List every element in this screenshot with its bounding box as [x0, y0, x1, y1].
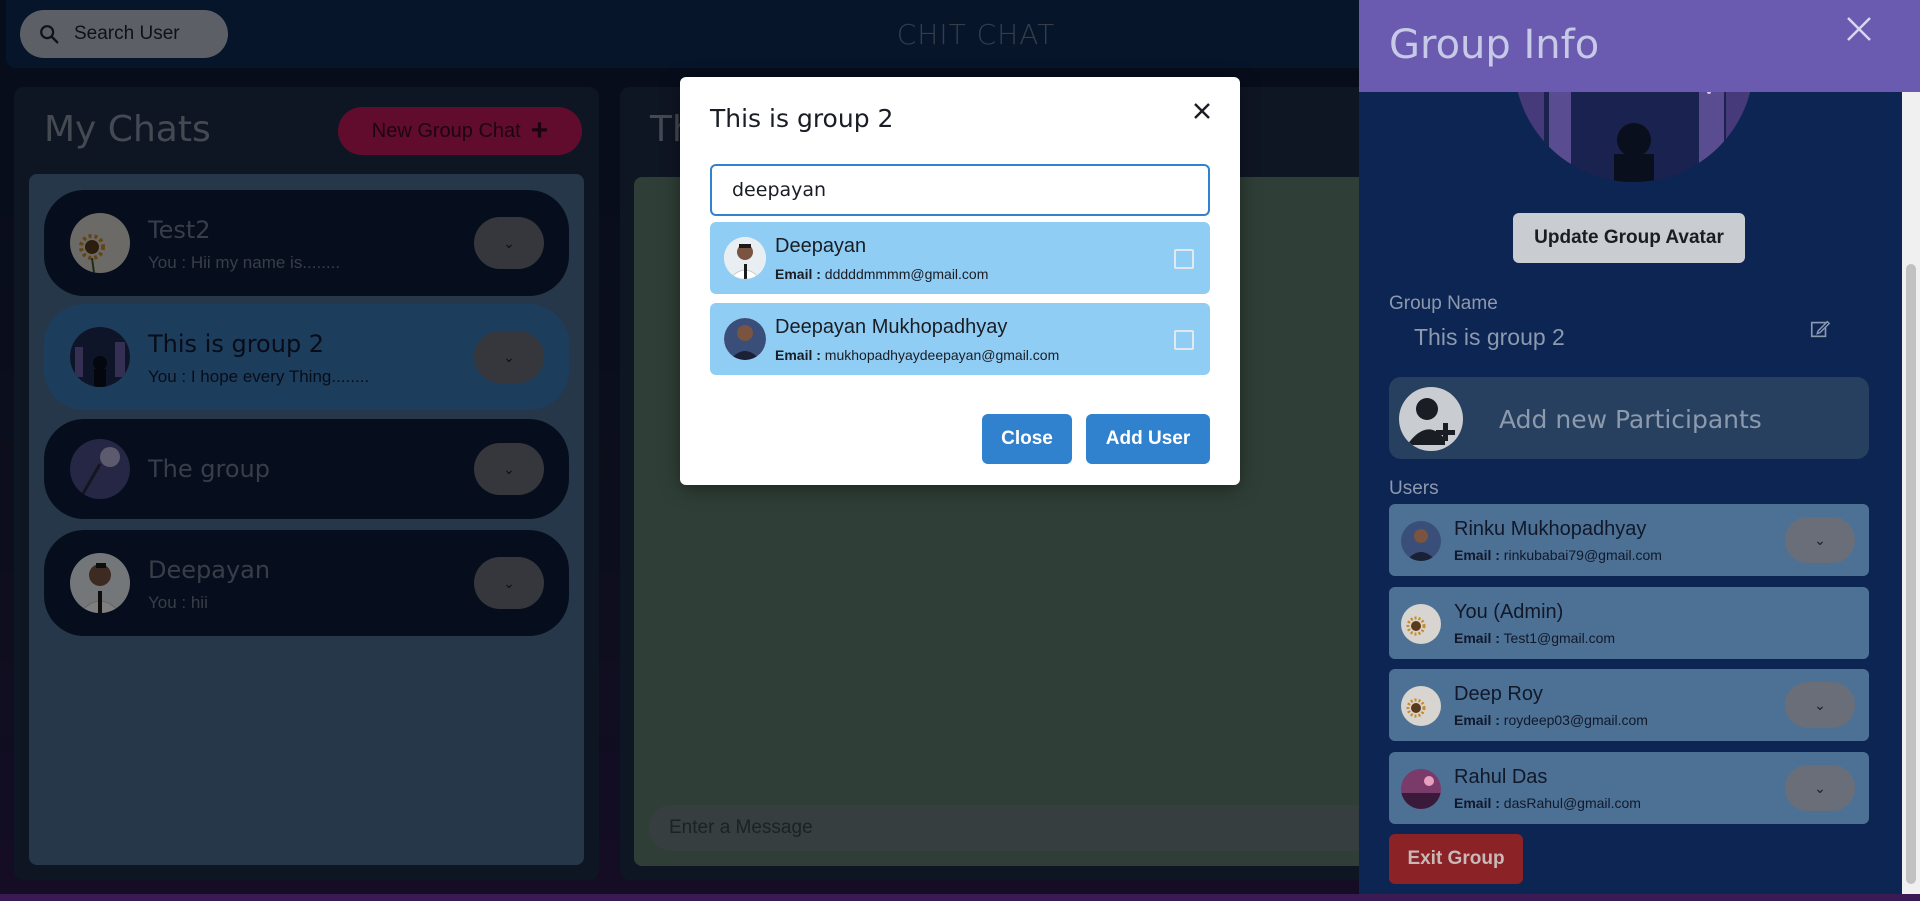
user-name: Rahul Das [1454, 766, 1548, 788]
edit-icon[interactable] [1809, 318, 1831, 340]
add-user-icon [1399, 387, 1463, 451]
chevron-down-icon[interactable]: ⌄ [1785, 765, 1855, 811]
result-name: Deepayan Mukhopadhyay [775, 316, 1008, 338]
scroll-thumb[interactable] [1906, 264, 1916, 884]
drawer-scrollbar[interactable] [1902, 92, 1920, 901]
add-user-modal: This is group 2 Deepayan Email : dddddmm… [680, 77, 1240, 485]
result-email: Email : dddddmmmm@gmail.com [775, 266, 989, 282]
user-name: You (Admin) [1454, 601, 1564, 623]
drawer-title: Group Info [1389, 22, 1600, 68]
update-group-avatar-button[interactable]: Update Group Avatar [1513, 213, 1745, 263]
search-result-item[interactable]: Deepayan Email : dddddmmmm@gmail.com [710, 222, 1210, 294]
user-name: Rinku Mukhopadhyay [1454, 518, 1647, 540]
close-icon[interactable] [1188, 97, 1216, 125]
exit-group-button[interactable]: Exit Group [1389, 834, 1523, 884]
avatar [724, 237, 766, 279]
add-user-button[interactable]: Add User [1086, 414, 1210, 464]
user-card: You (Admin) Email : Test1@gmail.com [1389, 587, 1869, 659]
user-card: Deep Roy Email : roydeep03@gmail.com ⌄ [1389, 669, 1869, 741]
user-card: Rahul Das Email : dasRahul@gmail.com ⌄ [1389, 752, 1869, 824]
user-search-input[interactable] [710, 164, 1210, 216]
select-checkbox[interactable] [1174, 330, 1194, 350]
result-email: Email : mukhopadhyaydeepayan@gmail.com [775, 347, 1060, 363]
avatar [1401, 686, 1441, 726]
avatar [1401, 769, 1441, 809]
group-name-value: This is group 2 [1414, 324, 1565, 350]
user-email: Email : dasRahul@gmail.com [1454, 795, 1641, 811]
bottom-strip [0, 894, 1920, 901]
user-card: Rinku Mukhopadhyay Email : rinkubabai79@… [1389, 504, 1869, 576]
user-email: Email : Test1@gmail.com [1454, 630, 1616, 646]
close-icon[interactable] [1844, 14, 1874, 44]
group-info-drawer: Group Info Update Group Avatar Group Nam… [1359, 0, 1920, 901]
group-name-label: Group Name [1389, 293, 1498, 314]
add-participants-label: Add new Participants [1499, 405, 1762, 434]
drawer-header: Group Info [1359, 0, 1920, 92]
search-result-item[interactable]: Deepayan Mukhopadhyay Email : mukhopadhy… [710, 303, 1210, 375]
chevron-down-icon[interactable]: ⌄ [1785, 517, 1855, 563]
avatar [1401, 604, 1441, 644]
user-name: Deep Roy [1454, 683, 1543, 705]
avatar [724, 318, 766, 360]
user-email: Email : rinkubabai79@gmail.com [1454, 547, 1662, 563]
modal-title: This is group 2 [710, 104, 894, 133]
select-checkbox[interactable] [1174, 249, 1194, 269]
result-name: Deepayan [775, 235, 867, 257]
add-participants-button[interactable]: Add new Participants [1389, 377, 1869, 459]
chevron-down-icon[interactable]: ⌄ [1785, 682, 1855, 728]
close-button[interactable]: Close [982, 414, 1072, 464]
user-email: Email : roydeep03@gmail.com [1454, 712, 1648, 728]
avatar [1401, 521, 1441, 561]
users-label: Users [1389, 478, 1439, 499]
